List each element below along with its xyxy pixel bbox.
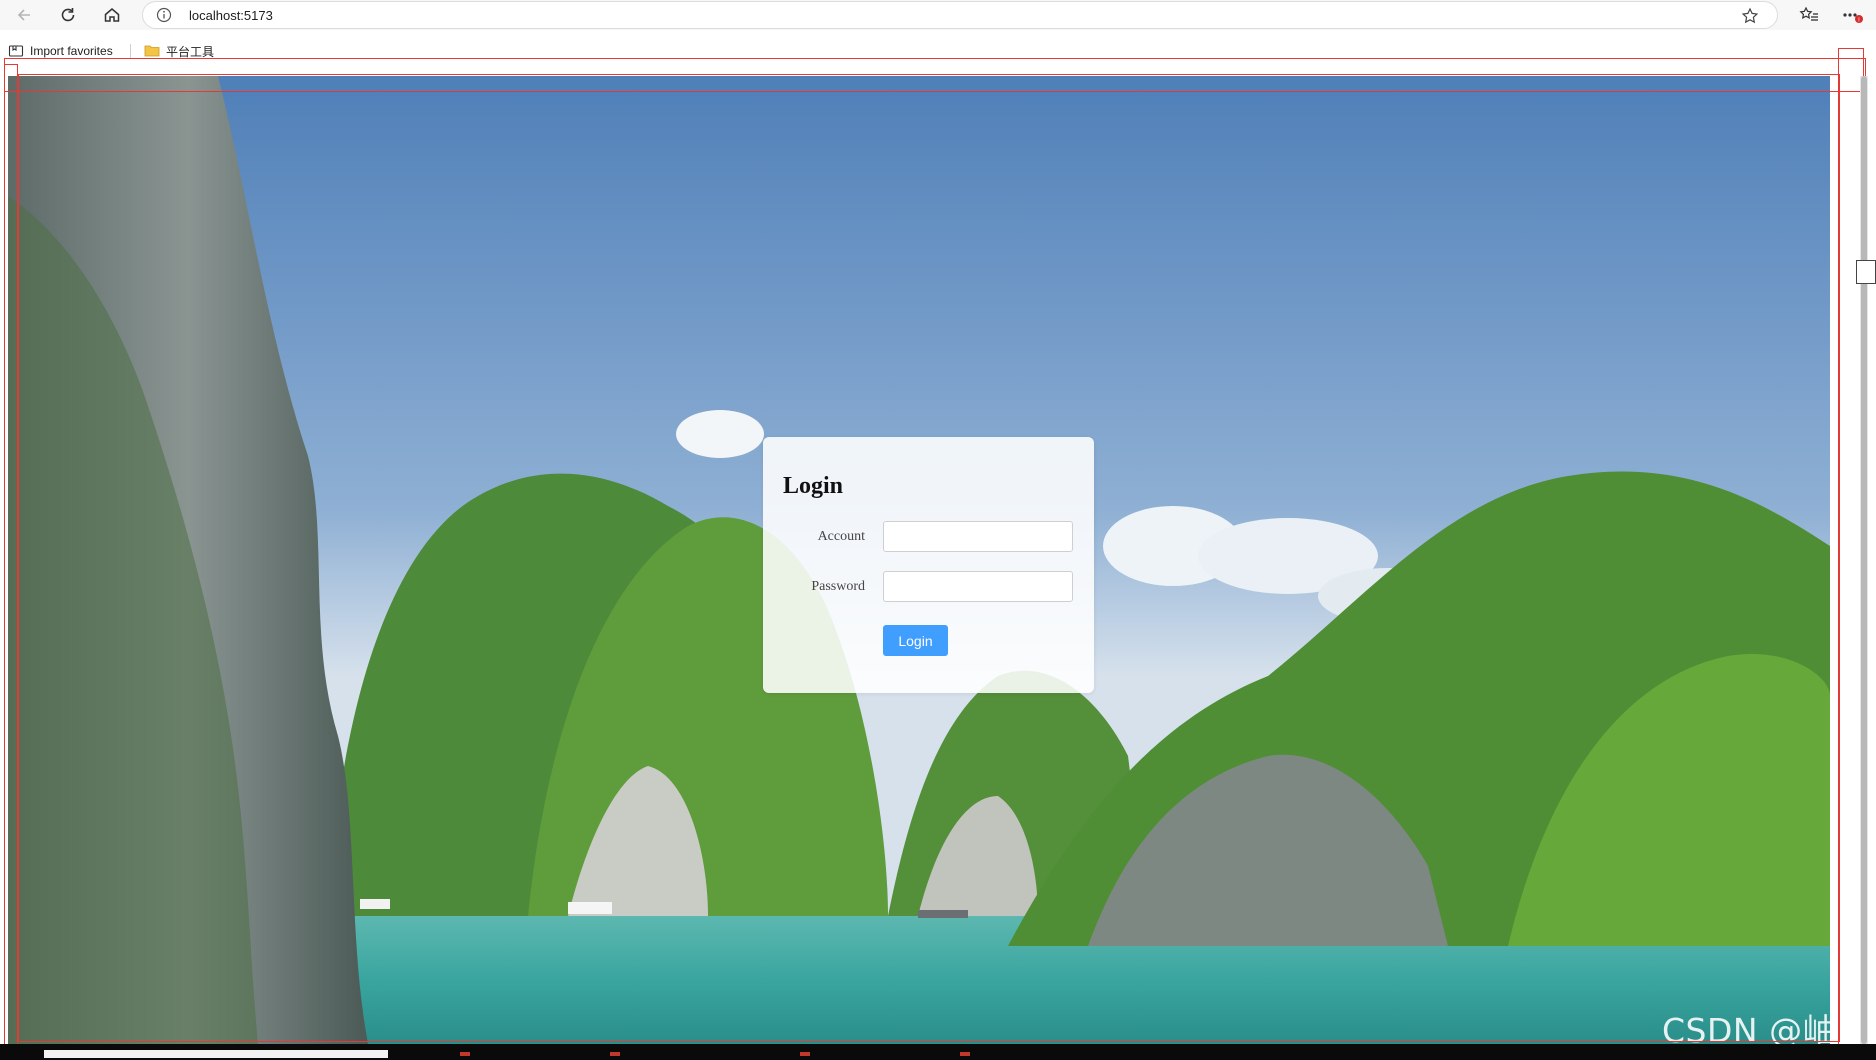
favorites-divider bbox=[130, 44, 131, 58]
login-title: Login bbox=[783, 473, 844, 499]
password-input[interactable] bbox=[883, 571, 1073, 602]
taskbar-indicator bbox=[610, 1052, 620, 1056]
favorite-import-label: Import favorites bbox=[30, 44, 113, 58]
favorites-bar: Import favorites 平台工具 bbox=[0, 38, 1876, 62]
site-info-icon[interactable] bbox=[155, 6, 173, 24]
reload-icon[interactable] bbox=[55, 2, 81, 28]
favorites-icon[interactable] bbox=[1796, 2, 1822, 28]
account-label: Account bbox=[817, 529, 865, 544]
address-bar[interactable]: localhost:5173 bbox=[142, 1, 1778, 29]
taskbar-indicator bbox=[960, 1052, 970, 1056]
password-label: Password bbox=[811, 579, 865, 594]
edge-side-tab[interactable] bbox=[1856, 260, 1876, 284]
horizontal-scrollbar-thumb[interactable] bbox=[44, 1050, 388, 1058]
star-icon[interactable] bbox=[1739, 5, 1761, 27]
browser-toolbar: localhost:5173 ! bbox=[0, 0, 1876, 30]
account-input[interactable] bbox=[883, 521, 1073, 552]
import-favorites-icon bbox=[8, 43, 24, 59]
vertical-scrollbar-thumb[interactable] bbox=[1861, 76, 1867, 1044]
folder-icon bbox=[144, 43, 160, 59]
home-icon[interactable] bbox=[99, 2, 125, 28]
taskbar-indicator bbox=[460, 1052, 470, 1056]
url-text: localhost:5173 bbox=[189, 8, 273, 23]
bottom-taskbar-strip bbox=[0, 1044, 1876, 1060]
back-arrow-icon[interactable] bbox=[11, 2, 37, 28]
taskbar-indicator bbox=[800, 1052, 810, 1056]
login-button[interactable]: Login bbox=[883, 625, 948, 656]
favorite-import[interactable]: Import favorites bbox=[8, 42, 113, 60]
more-icon[interactable]: ! bbox=[1840, 2, 1866, 28]
favorite-folder-platform-tools[interactable]: 平台工具 bbox=[144, 42, 214, 60]
vertical-scrollbar[interactable] bbox=[1860, 76, 1868, 1044]
login-card: Login Account Password Login bbox=[763, 437, 1094, 693]
favorite-folder-label: 平台工具 bbox=[166, 44, 215, 59]
